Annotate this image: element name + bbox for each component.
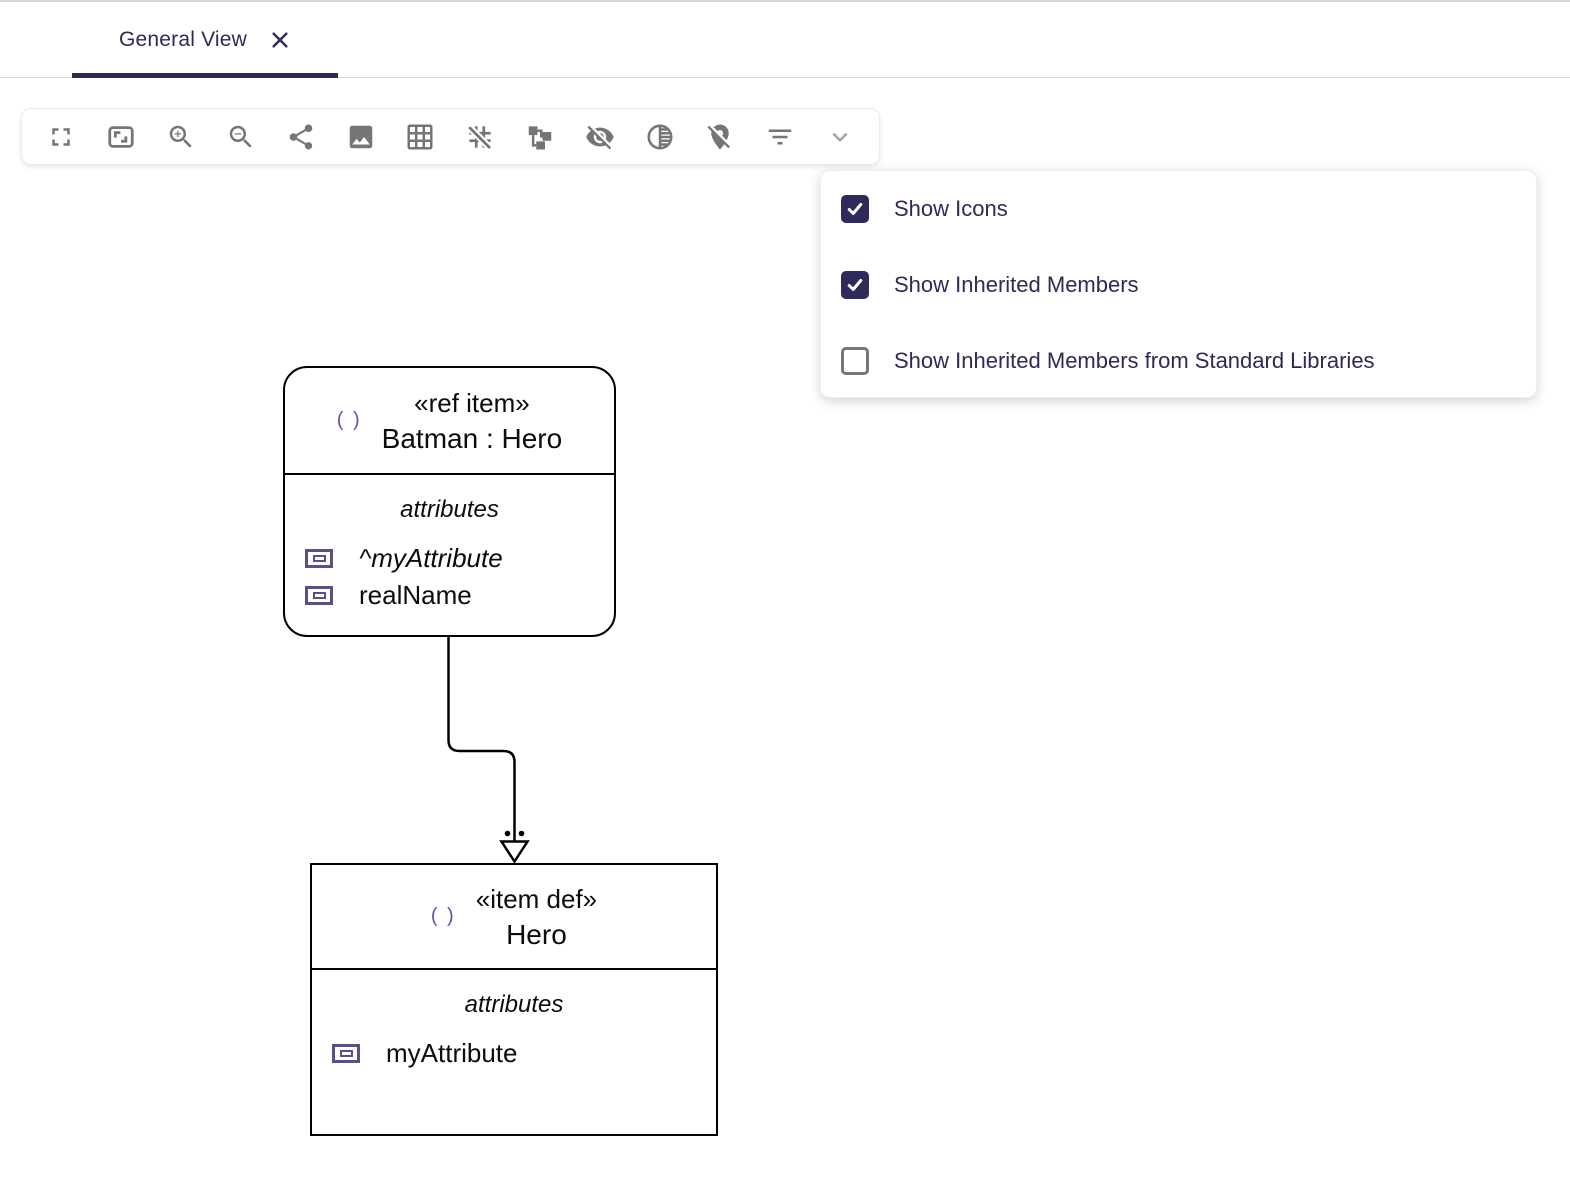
location-off-button[interactable] bbox=[690, 109, 750, 164]
node-title: «item def» Hero bbox=[476, 881, 597, 953]
attribute-name: myAttribute bbox=[386, 1038, 518, 1068]
diagram-toolbar bbox=[21, 108, 880, 165]
parentheses-icon: ( ) bbox=[336, 409, 362, 431]
tab-label: General View bbox=[118, 27, 248, 51]
node-header: ( ) «item def» Hero bbox=[312, 865, 716, 970]
schema-icon bbox=[529, 125, 552, 149]
check-icon bbox=[847, 203, 863, 215]
fit-to-screen-icon bbox=[108, 125, 134, 148]
edge-line bbox=[447, 637, 516, 841]
filter-icon bbox=[768, 129, 792, 144]
attribute-icon bbox=[305, 586, 333, 605]
node-hero[interactable]: ( ) «item def» Hero attributes myAttribu… bbox=[310, 863, 718, 1136]
edge-dot bbox=[504, 830, 511, 837]
node-name: Hero bbox=[506, 918, 567, 950]
export-image-button[interactable] bbox=[331, 109, 391, 164]
fit-to-screen-button[interactable] bbox=[91, 109, 151, 164]
attributes-compartment: attributes ^myAttribute realName bbox=[285, 475, 614, 614]
hollow-triangle-arrowhead bbox=[499, 840, 530, 864]
parentheses-icon: ( ) bbox=[430, 905, 456, 927]
visibility-off-button[interactable] bbox=[570, 109, 630, 164]
show-icons-checkbox[interactable] bbox=[841, 195, 869, 223]
tab-general-view[interactable]: General View bbox=[72, 2, 338, 77]
node-stereotype: «item def» bbox=[475, 883, 598, 914]
view-options-menu: Show Icons Show Inherited Members Show I… bbox=[820, 170, 1537, 398]
menu-item-show-inherited-members[interactable]: Show Inherited Members bbox=[821, 247, 1536, 323]
edge-dot bbox=[518, 830, 525, 837]
node-batman-hero[interactable]: ( ) «ref item» Batman : Hero attributes … bbox=[283, 366, 616, 637]
grid-on-icon bbox=[407, 124, 433, 149]
attribute-row[interactable]: myAttribute bbox=[312, 1035, 716, 1072]
more-options-button[interactable] bbox=[810, 109, 870, 164]
chevron-down-icon bbox=[832, 132, 848, 142]
tonality-button[interactable] bbox=[630, 109, 690, 164]
show-inherited-members-checkbox[interactable] bbox=[841, 271, 869, 299]
show-inherited-members-std-libs-checkbox[interactable] bbox=[841, 347, 869, 375]
close-icon[interactable] bbox=[269, 29, 291, 51]
zoom-in-button[interactable] bbox=[151, 109, 211, 164]
share-button[interactable] bbox=[271, 109, 331, 164]
node-name: Batman : Hero bbox=[381, 422, 563, 454]
attribute-icon bbox=[332, 1044, 360, 1063]
attribute-row[interactable]: realName bbox=[285, 577, 614, 614]
menu-item-label: Show Inherited Members bbox=[894, 272, 1139, 297]
zoom-out-icon bbox=[229, 125, 252, 148]
image-icon bbox=[349, 125, 372, 148]
grid-off-button[interactable] bbox=[450, 109, 510, 164]
fullscreen-icon bbox=[52, 127, 70, 146]
fullscreen-button[interactable] bbox=[31, 109, 91, 164]
compartment-label: attributes bbox=[400, 496, 499, 523]
attribute-name: ^myAttribute bbox=[359, 543, 503, 573]
attribute-icon bbox=[305, 549, 333, 568]
attribute-name: realName bbox=[359, 580, 472, 610]
filter-button[interactable] bbox=[750, 109, 810, 164]
zoom-in-icon bbox=[169, 125, 192, 148]
share-icon bbox=[289, 124, 312, 149]
visibility-off-icon bbox=[586, 125, 614, 149]
grid-off-icon bbox=[466, 123, 494, 151]
schema-layout-button[interactable] bbox=[510, 109, 570, 164]
tab-bar: General View bbox=[0, 0, 1570, 78]
menu-item-label: Show Icons bbox=[894, 196, 1008, 221]
tonality-icon bbox=[647, 124, 673, 149]
active-tab-underline bbox=[72, 73, 338, 78]
location-off-icon bbox=[707, 124, 731, 149]
attribute-row[interactable]: ^myAttribute bbox=[285, 540, 614, 577]
compartment-label: attributes bbox=[464, 991, 564, 1018]
check-icon bbox=[847, 279, 863, 291]
menu-item-label: Show Inherited Members from Standard Lib… bbox=[894, 348, 1375, 373]
grid-on-button[interactable] bbox=[391, 109, 451, 164]
zoom-out-button[interactable] bbox=[211, 109, 271, 164]
attributes-compartment: attributes myAttribute bbox=[312, 970, 716, 1072]
node-title: «ref item» Batman : Hero bbox=[382, 385, 563, 457]
menu-item-show-inherited-members-std-libs[interactable]: Show Inherited Members from Standard Lib… bbox=[821, 323, 1536, 399]
node-header: ( ) «ref item» Batman : Hero bbox=[285, 368, 614, 475]
node-stereotype: «ref item» bbox=[414, 387, 530, 418]
menu-item-show-icons[interactable]: Show Icons bbox=[821, 171, 1536, 247]
